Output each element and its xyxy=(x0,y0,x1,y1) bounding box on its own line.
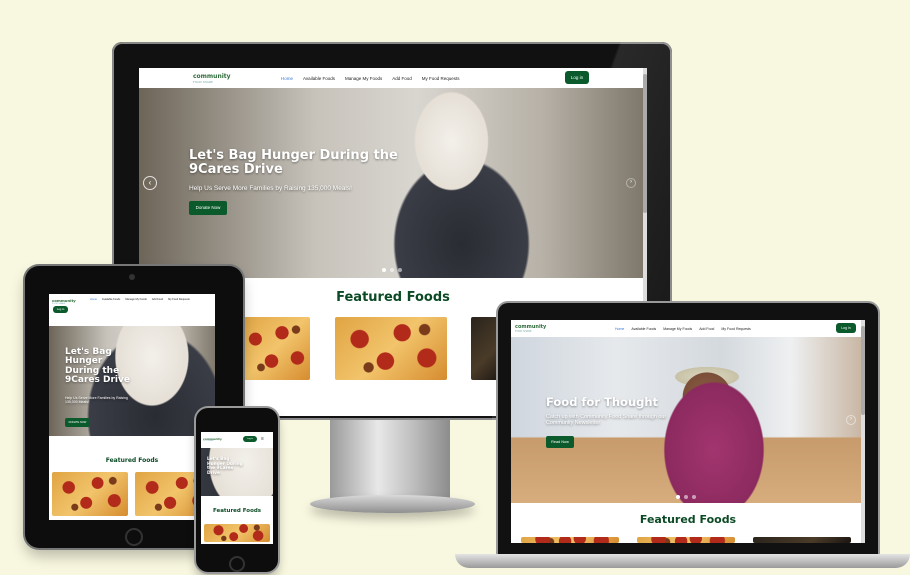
food-card-image[interactable] xyxy=(521,537,619,543)
laptop-navbar: community FOOD SHARE Home Available Food… xyxy=(511,320,865,337)
carousel-dot[interactable] xyxy=(382,268,386,272)
carousel-next-icon[interactable]: › xyxy=(626,178,636,188)
logo-subtext: FOOD SHARE xyxy=(203,440,214,442)
tablet-camera xyxy=(129,274,135,280)
hero-title: Let's Bag Hunger During the 9Cares Drive xyxy=(207,457,243,476)
hero-title: Let's Bag Hunger During the 9Cares Drive xyxy=(189,148,398,177)
login-button[interactable]: Log in xyxy=(53,306,68,313)
hero-title: Let's Bag Hunger During the 9Cares Drive xyxy=(65,347,130,386)
food-card-image[interactable] xyxy=(637,537,735,543)
laptop-screen: community FOOD SHARE Home Available Food… xyxy=(511,320,865,543)
nav-add-food[interactable]: Add Food xyxy=(699,327,714,331)
nav-add-food[interactable]: Add Food xyxy=(392,76,412,81)
nav-my-food-requests[interactable]: My Food Requests xyxy=(721,327,750,331)
hero-carousel: Food for Thought Catch up with Community… xyxy=(511,337,861,503)
featured-foods-heading: Featured Foods xyxy=(212,508,262,514)
hero-carousel: Let's Bag Hunger During the 9Cares Drive xyxy=(201,448,273,496)
login-button[interactable]: Log in xyxy=(243,436,257,442)
nav-links: Home Available Foods Manage My Foods Add… xyxy=(615,327,751,331)
phone-navbar: community FOOD SHARE Log in ≡ xyxy=(201,432,273,446)
carousel-indicators[interactable] xyxy=(382,268,402,272)
carousel-dot[interactable] xyxy=(390,268,394,272)
carousel-dot[interactable] xyxy=(676,495,680,499)
nav-add-food[interactable]: Add Food xyxy=(152,298,163,301)
hero-subtitle: Catch up with Community Food Share throu… xyxy=(546,414,667,426)
desktop-navbar: community FOOD SHARE Home Available Food… xyxy=(139,68,647,88)
nav-available-foods[interactable]: Available Foods xyxy=(102,298,120,301)
nav-my-food-requests[interactable]: My Food Requests xyxy=(422,76,460,81)
site-logo[interactable]: community FOOD SHARE xyxy=(193,73,281,84)
food-card-image[interactable] xyxy=(753,537,851,543)
donate-now-button[interactable]: Donate Now xyxy=(189,201,227,215)
phone-screen: community FOOD SHARE Log in ≡ Let's Bag … xyxy=(201,432,273,544)
site-logo[interactable]: community FOOD SHARE xyxy=(203,437,241,442)
donate-now-button[interactable]: DONATE NOW xyxy=(65,418,90,427)
hero-carousel: Let's Bag Hunger During the 9Cares Drive… xyxy=(139,88,643,278)
nav-links: Home Available Foods Manage My Foods Add… xyxy=(281,76,460,81)
monitor-stand xyxy=(330,418,450,500)
food-card-image[interactable] xyxy=(240,317,310,380)
carousel-prev-icon[interactable]: ‹ xyxy=(143,176,157,190)
tablet-navbar: community FOOD SHARE Home Available Food… xyxy=(49,294,215,328)
nav-my-food-requests[interactable]: My Food Requests xyxy=(168,298,190,301)
logo-subtext: FOOD SHARE xyxy=(515,330,532,333)
read-now-button[interactable]: Read Now xyxy=(546,436,574,448)
hero-subtitle: Help Us Serve More Families by Raising 1… xyxy=(189,185,352,192)
phone-home-button xyxy=(229,556,245,572)
nav-home[interactable]: Home xyxy=(281,76,293,81)
logo-subtext: FOOD SHARE xyxy=(52,303,66,305)
menu-icon[interactable]: ≡ xyxy=(261,436,264,442)
tablet-home-button xyxy=(125,528,143,546)
hero-subtitle: Help Us Serve More Families by Raising 1… xyxy=(65,396,128,404)
featured-foods-heading: Featured Foods xyxy=(105,457,159,464)
food-card-image[interactable] xyxy=(204,524,270,542)
login-button[interactable]: Log in xyxy=(836,323,856,333)
carousel-indicators[interactable] xyxy=(676,495,696,499)
logo-subtext: FOOD SHARE xyxy=(193,79,213,84)
food-card-image[interactable] xyxy=(471,317,501,380)
nav-available-foods[interactable]: Available Foods xyxy=(303,76,335,81)
laptop-base xyxy=(455,554,910,568)
login-button[interactable]: Log in xyxy=(565,71,589,84)
hero-carousel: Let's Bag Hunger During the 9Cares Drive… xyxy=(49,326,215,436)
nav-home[interactable]: Home xyxy=(615,327,624,331)
nav-links: Home Available Foods Manage My Foods Add… xyxy=(90,298,190,301)
carousel-next-icon[interactable]: › xyxy=(846,415,856,425)
nav-available-foods[interactable]: Available Foods xyxy=(631,327,656,331)
nav-manage-my-foods[interactable]: Manage My Foods xyxy=(663,327,692,331)
food-card-image[interactable] xyxy=(335,317,447,380)
nav-home[interactable]: Home xyxy=(90,298,97,301)
site-logo[interactable]: community FOOD SHARE xyxy=(515,324,615,333)
nav-manage-my-foods[interactable]: Manage My Foods xyxy=(125,298,146,301)
logo-text: community xyxy=(193,72,231,80)
tablet-screen: community FOOD SHARE Home Available Food… xyxy=(49,294,215,520)
site-logo[interactable]: community FOOD SHARE xyxy=(52,298,90,305)
nav-manage-my-foods[interactable]: Manage My Foods xyxy=(345,76,382,81)
logo-text: community xyxy=(203,436,222,441)
featured-foods-heading: Featured Foods xyxy=(639,513,737,526)
scrollbar[interactable] xyxy=(861,320,865,543)
carousel-dot[interactable] xyxy=(398,268,402,272)
hero-title: Food for Thought xyxy=(546,395,659,409)
monitor-base xyxy=(310,495,475,513)
carousel-dot[interactable] xyxy=(684,495,688,499)
carousel-dot[interactable] xyxy=(692,495,696,499)
food-card-image[interactable] xyxy=(52,472,128,516)
